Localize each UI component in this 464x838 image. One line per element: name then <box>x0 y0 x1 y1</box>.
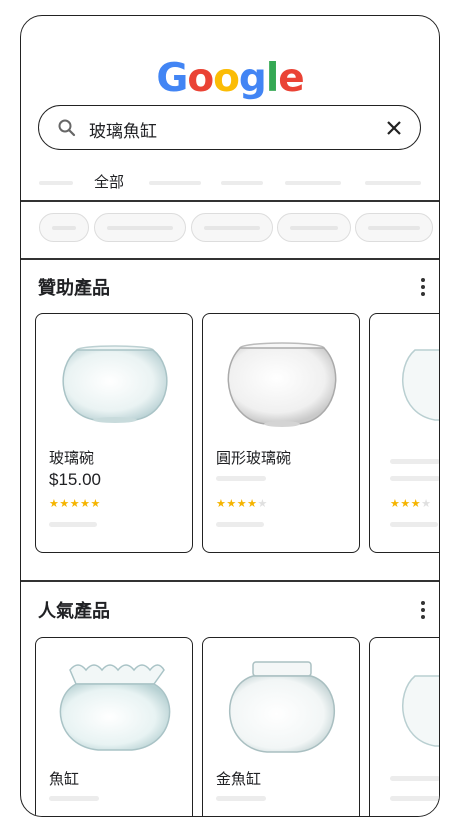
more-options-icon[interactable] <box>421 601 425 619</box>
filter-chip[interactable] <box>39 213 89 242</box>
product-image <box>402 349 439 421</box>
text-placeholder <box>49 796 99 801</box>
text-placeholder <box>216 522 264 527</box>
search-bar[interactable]: 玻璃魚缸 <box>38 105 421 150</box>
tab-all[interactable]: 全部 <box>94 171 124 192</box>
product-image <box>59 664 171 751</box>
product-card[interactable]: 魚缸 <box>35 637 193 816</box>
tab-placeholder[interactable] <box>39 181 73 185</box>
tab-placeholder[interactable] <box>221 181 263 185</box>
product-card[interactable]: 玻璃碗 $15.00 ★★★★★ <box>35 313 193 553</box>
product-image <box>62 345 168 423</box>
divider <box>21 258 439 260</box>
product-card[interactable]: 金魚缸 <box>202 637 360 816</box>
rating-stars: ★★★★★ <box>49 498 101 510</box>
tab-placeholder[interactable] <box>365 181 421 185</box>
tab-placeholder[interactable] <box>285 181 341 185</box>
text-placeholder <box>390 796 439 801</box>
product-image <box>229 661 335 753</box>
product-name: 圓形玻璃碗 <box>216 449 292 467</box>
product-price: $15.00 <box>49 470 101 489</box>
section-title-popular: 人氣產品 <box>38 601 110 622</box>
google-logo: Google <box>156 56 304 101</box>
product-image <box>227 342 337 427</box>
tab-placeholder[interactable] <box>149 181 201 185</box>
text-placeholder <box>390 476 439 481</box>
product-name: 金魚缸 <box>216 770 262 788</box>
divider <box>21 580 439 582</box>
filter-chips <box>21 213 439 243</box>
product-name: 魚缸 <box>49 770 80 788</box>
text-placeholder <box>216 476 266 481</box>
filter-chip[interactable] <box>191 213 273 242</box>
text-placeholder <box>49 522 97 527</box>
rating-stars: ★★★★ <box>390 498 432 510</box>
search-tabs: 全部 <box>21 166 439 198</box>
product-card[interactable]: 圓形玻璃碗 ★★★★★ <box>202 313 360 553</box>
section-title-sponsored: 贊助產品 <box>38 278 110 299</box>
phone-frame: Google 玻璃魚缸 全部 贊助產品 玻璃碗 $15.00 ★★★★★ 圓形玻… <box>20 15 440 817</box>
clear-icon[interactable] <box>386 120 402 136</box>
filter-chip[interactable] <box>94 213 186 242</box>
text-placeholder <box>390 459 439 464</box>
text-placeholder <box>390 776 439 781</box>
product-card[interactable] <box>369 637 439 816</box>
filter-chip[interactable] <box>277 213 351 242</box>
search-input[interactable]: 玻璃魚缸 <box>89 117 157 142</box>
product-card[interactable]: ★★★★ <box>369 313 439 553</box>
product-image <box>402 675 439 747</box>
product-name: 玻璃碗 <box>49 449 95 467</box>
text-placeholder <box>390 522 438 527</box>
divider <box>21 200 439 202</box>
rating-stars: ★★★★★ <box>216 498 268 510</box>
search-icon <box>58 119 76 137</box>
filter-chip[interactable] <box>355 213 433 242</box>
text-placeholder <box>216 796 266 801</box>
more-options-icon[interactable] <box>421 278 425 296</box>
